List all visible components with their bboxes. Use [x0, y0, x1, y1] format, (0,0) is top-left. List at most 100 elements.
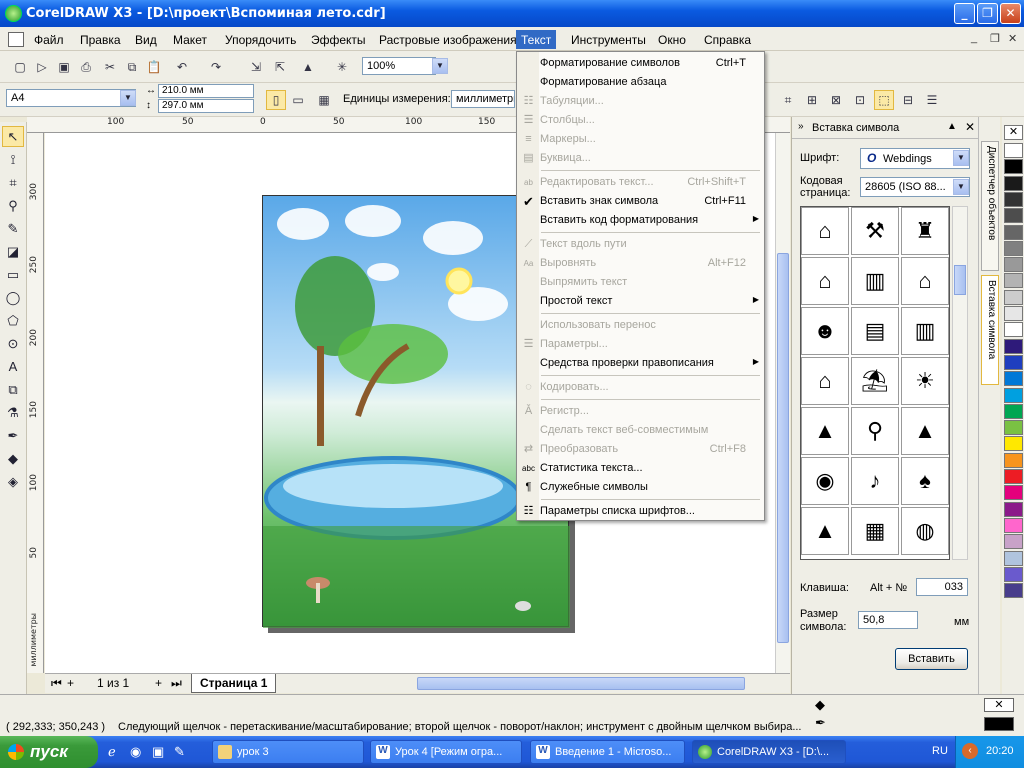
glyph-cell[interactable]: ♠: [901, 457, 949, 505]
options-icon[interactable]: ⊟: [898, 90, 918, 110]
color-swatch[interactable]: [1004, 501, 1023, 517]
page-tab[interactable]: Страница 1: [191, 674, 277, 693]
glyph-cell[interactable]: ▲: [801, 407, 849, 455]
docker-collapse-icon[interactable]: »: [798, 121, 804, 132]
color-swatch[interactable]: [1004, 371, 1023, 387]
glyph-cell[interactable]: ☻: [801, 307, 849, 355]
copy-icon[interactable]: ⧉: [122, 57, 142, 77]
units-select[interactable]: миллиметры: [451, 90, 515, 108]
menu-effects[interactable]: Эффекты: [306, 31, 371, 48]
glyph-cell[interactable]: ◉: [801, 457, 849, 505]
undo-icon[interactable]: ↶: [172, 57, 192, 77]
menu-file[interactable]: Файл: [29, 31, 69, 48]
export-icon[interactable]: ⇱: [270, 57, 290, 77]
insert-button[interactable]: Вставить: [895, 648, 968, 670]
color-swatch[interactable]: [1004, 566, 1023, 582]
text-menu-item[interactable]: Вставить код форматирования ▶: [517, 211, 764, 230]
snap-guides-icon[interactable]: ⊞: [802, 90, 822, 110]
glyph-cell[interactable]: ⚒: [851, 207, 899, 255]
tab-insert-character[interactable]: Вставка символа: [981, 275, 999, 385]
language-indicator[interactable]: RU: [932, 745, 948, 757]
color-swatch[interactable]: [1004, 175, 1023, 191]
page-layout-icon[interactable]: ▦: [314, 90, 334, 110]
application-launcher-icon[interactable]: ▲: [298, 57, 318, 77]
glyph-cell[interactable]: ☀: [901, 357, 949, 405]
save-icon[interactable]: ▣: [54, 57, 74, 77]
color-swatch[interactable]: [1004, 534, 1023, 550]
color-swatch[interactable]: [1004, 403, 1023, 419]
horizontal-scroll-thumb[interactable]: [417, 677, 745, 690]
menu-edit[interactable]: Правка: [75, 31, 126, 48]
color-swatch[interactable]: [1004, 338, 1023, 354]
color-swatch[interactable]: [1004, 240, 1023, 256]
color-swatch[interactable]: [1004, 550, 1023, 566]
color-swatch[interactable]: [1004, 322, 1023, 338]
glyph-grid[interactable]: ⌂ ⚒ ♜ ⌂ ▥ ⌂ ☻ ▤ ▥ ⌂ ⛱ ☀ ▲ ⚲ ▲ ◉ ♪ ♠ ▲ ▦ …: [800, 206, 950, 560]
color-swatch[interactable]: [1004, 289, 1023, 305]
polygon-tool-icon[interactable]: ⬠: [2, 310, 24, 331]
close-button[interactable]: ✕: [1000, 3, 1021, 24]
redo-icon[interactable]: ↷: [206, 57, 226, 77]
page-size-dropdown-icon[interactable]: ▼: [120, 90, 136, 106]
shape-tool-icon[interactable]: ⟟: [2, 149, 24, 170]
portrait-icon[interactable]: ▯: [266, 90, 286, 110]
treat-as-filled-icon[interactable]: ⬚: [874, 90, 894, 110]
menu-text[interactable]: Текст: [516, 30, 557, 49]
glyph-cell[interactable]: ⌂: [801, 207, 849, 255]
paste-icon[interactable]: 📋: [144, 57, 164, 77]
ie-icon[interactable]: ℯ: [108, 744, 116, 760]
start-button[interactable]: пуск: [0, 736, 98, 768]
maximize-button[interactable]: ❐: [977, 3, 998, 24]
smart-fill-icon[interactable]: ◪: [2, 241, 24, 262]
glyph-scroll-thumb[interactable]: [954, 265, 966, 295]
color-swatch[interactable]: [1004, 159, 1023, 175]
symbol-size-field[interactable]: 50,8: [858, 611, 918, 629]
glyph-cell[interactable]: ▲: [901, 407, 949, 455]
color-swatch[interactable]: [1004, 354, 1023, 370]
menu-bitmaps[interactable]: Растровые изображения: [374, 31, 522, 48]
glyph-cell[interactable]: ▲: [801, 507, 849, 555]
snap-grid-icon[interactable]: ⌗: [778, 90, 798, 110]
freehand-tool-icon[interactable]: ✎: [2, 218, 24, 239]
text-menu-item[interactable]: Средства проверки правописания ▶: [517, 354, 764, 373]
tab-object-manager[interactable]: Диспетчер объектов: [981, 141, 999, 271]
minimize-button[interactable]: _: [954, 3, 975, 24]
import-icon[interactable]: ⇲: [246, 57, 266, 77]
outline-tool-icon[interactable]: ✒: [2, 425, 24, 446]
key-code-field[interactable]: 033: [916, 578, 968, 596]
first-page-icon[interactable]: ⏮: [51, 676, 62, 691]
glyph-cell[interactable]: ▤: [851, 307, 899, 355]
text-menu-item[interactable]: ☷ Параметры списка шрифтов...: [517, 502, 764, 521]
document-icon[interactable]: [8, 32, 24, 47]
more-options-icon[interactable]: ☰: [922, 90, 942, 110]
glyph-cell[interactable]: ⌂: [801, 257, 849, 305]
color-swatch[interactable]: [1004, 485, 1023, 501]
task-folder-urok3[interactable]: урок 3: [212, 740, 364, 764]
save-quick-icon[interactable]: ▣: [152, 744, 164, 760]
text-menu-item[interactable]: Форматирование символов Ctrl+T: [517, 54, 764, 73]
glyph-cell[interactable]: ⌂: [901, 257, 949, 305]
color-swatch[interactable]: [1004, 224, 1023, 240]
menu-layout[interactable]: Макет: [168, 31, 212, 48]
quicklaunch-icon[interactable]: ✎: [174, 744, 185, 760]
basic-shapes-icon[interactable]: ⊙: [2, 333, 24, 354]
vertical-scrollbar[interactable]: [775, 133, 790, 673]
rectangle-tool-icon[interactable]: ▭: [2, 264, 24, 285]
color-swatch[interactable]: [1004, 191, 1023, 207]
landscape-icon[interactable]: ▭: [288, 90, 308, 110]
zoom-dropdown-icon[interactable]: ▼: [432, 58, 448, 74]
glyph-cell[interactable]: ⚲: [851, 407, 899, 455]
page-height-field[interactable]: 297.0 мм: [158, 99, 254, 113]
color-swatch[interactable]: [1004, 452, 1023, 468]
color-swatch[interactable]: [1004, 583, 1023, 599]
color-swatch[interactable]: [1004, 257, 1023, 273]
glyph-cell[interactable]: ▦: [851, 507, 899, 555]
color-swatch[interactable]: [1004, 208, 1023, 224]
pick-tool-icon[interactable]: ↖: [2, 126, 24, 147]
glyph-cell[interactable]: ♜: [901, 207, 949, 255]
interactive-blend-icon[interactable]: ⧉: [2, 379, 24, 400]
glyph-cell[interactable]: ♪: [851, 457, 899, 505]
doc-restore-icon[interactable]: ❐: [990, 32, 1000, 45]
docker-close-icon[interactable]: ✕: [965, 120, 975, 134]
doc-minimize-icon[interactable]: _: [971, 32, 977, 44]
